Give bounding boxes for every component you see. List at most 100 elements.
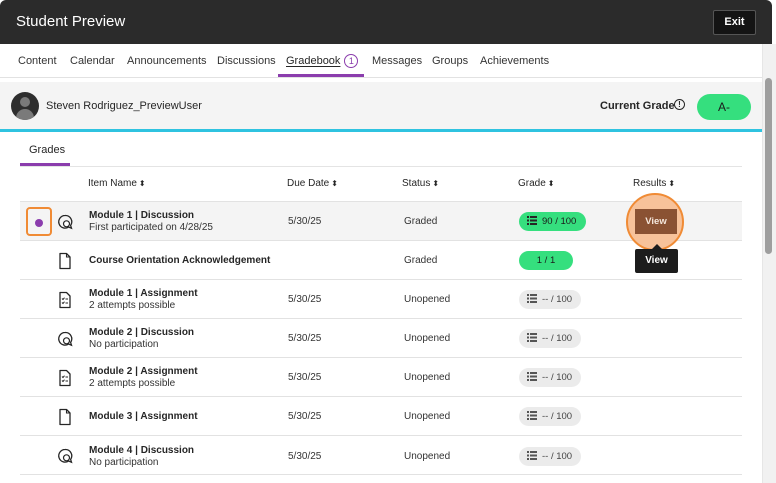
- grade-pill[interactable]: -- / 100: [519, 329, 581, 348]
- new-activity-indicator[interactable]: [26, 207, 52, 236]
- discussion-icon: [58, 448, 73, 464]
- discussion-icon: [58, 331, 73, 347]
- status-text: Graded: [404, 216, 438, 227]
- student-preview-bar: Student Preview Exit: [0, 0, 772, 44]
- sort-icon: ⬍: [668, 179, 676, 188]
- avatar: [11, 92, 39, 120]
- grade-pill[interactable]: -- / 100: [519, 407, 581, 426]
- tab-messages[interactable]: Messages: [372, 55, 422, 67]
- item-name[interactable]: Module 1 | Assignment: [89, 288, 198, 299]
- header-results[interactable]: Results ⬍: [633, 178, 675, 189]
- view-results-button[interactable]: View: [635, 209, 677, 234]
- document-icon: [59, 408, 71, 426]
- item-subtext: No participation: [89, 339, 159, 350]
- sort-icon: ⬍: [432, 179, 440, 188]
- item-subtext: No participation: [89, 457, 159, 468]
- due-date: 5/30/25: [288, 451, 322, 462]
- student-header: Steven Rodriguez_PreviewUser Current Gra…: [0, 82, 762, 132]
- header-due-date[interactable]: Due Date ⬍: [287, 178, 338, 189]
- assignment-icon: [59, 291, 71, 309]
- item-name[interactable]: Module 4 | Discussion: [89, 445, 194, 456]
- header-item-name-label: Item Name: [88, 178, 137, 189]
- tab-achievements[interactable]: Achievements: [480, 55, 549, 67]
- gradebook-grid-icon: [527, 450, 537, 460]
- status-text: Unopened: [404, 451, 451, 462]
- status-text: Unopened: [404, 411, 451, 422]
- item-name[interactable]: Module 1 | Discussion: [89, 210, 194, 221]
- exit-button[interactable]: Exit: [713, 10, 756, 35]
- grade-value: -- / 100: [542, 372, 573, 383]
- tab-discussions[interactable]: Discussions: [217, 55, 276, 67]
- gradebook-grid-icon: [527, 215, 537, 225]
- gradebook-grid-icon: [527, 410, 537, 420]
- preview-title: Student Preview: [16, 13, 126, 30]
- item-subtext: 2 attempts possible: [89, 300, 176, 311]
- table-row[interactable]: Module 1 | Discussion First participated…: [20, 193, 742, 251]
- grade-pill[interactable]: -- / 100: [519, 447, 581, 466]
- scrollbar-thumb[interactable]: [765, 78, 772, 254]
- gradebook-grid-icon: [527, 293, 537, 303]
- due-date: 5/30/25: [288, 333, 322, 344]
- table-row[interactable]: Course Orientation Acknowledgement Grade…: [20, 241, 742, 280]
- tab-content[interactable]: Content: [18, 55, 57, 67]
- document-icon: [59, 252, 71, 270]
- divider: [20, 166, 742, 167]
- table-row[interactable]: Module 4 | Discussion No participation 5…: [20, 436, 742, 475]
- header-grade-label: Grade: [518, 178, 546, 189]
- gradebook-grid-icon: [527, 371, 537, 381]
- header-grade[interactable]: Grade ⬍: [518, 178, 555, 189]
- tab-gradebook[interactable]: Gradebook 1: [286, 54, 359, 68]
- window-edge: [772, 0, 776, 44]
- status-text: Unopened: [404, 333, 451, 344]
- current-grade-pill[interactable]: A-: [697, 94, 751, 120]
- item-name[interactable]: Module 2 | Discussion: [89, 327, 194, 338]
- tab-grades-label: Grades: [29, 144, 66, 156]
- discussion-icon: [58, 214, 73, 230]
- info-icon[interactable]: !: [674, 99, 685, 110]
- grade-value: -- / 100: [542, 294, 573, 305]
- student-name: Steven Rodriguez_PreviewUser: [46, 100, 202, 112]
- grade-pill[interactable]: -- / 100: [519, 368, 581, 387]
- due-date: 5/30/25: [288, 372, 322, 383]
- due-date: 5/30/25: [288, 216, 322, 227]
- table-row[interactable]: Module 3 | Assignment 5/30/25 Unopened -…: [20, 397, 742, 436]
- table-row[interactable]: Module 2 | Discussion No participation 5…: [20, 319, 742, 358]
- header-due-date-label: Due Date: [287, 178, 330, 189]
- header-item-name[interactable]: Item Name ⬍: [88, 178, 146, 189]
- table-row[interactable]: Module 1 | Assignment 2 attempts possibl…: [20, 280, 742, 319]
- status-text: Unopened: [404, 372, 451, 383]
- grade-pill[interactable]: 90 / 100: [519, 212, 586, 231]
- assignment-icon: [59, 369, 71, 387]
- header-results-label: Results: [633, 178, 667, 189]
- student-preview-window: Student Preview Exit Content Calendar An…: [0, 0, 776, 483]
- item-subtext: 2 attempts possible: [89, 378, 176, 389]
- due-date: 5/30/25: [288, 411, 322, 422]
- status-text: Graded: [404, 255, 438, 266]
- table-row[interactable]: Module 2 | Assignment 2 attempts possibl…: [20, 358, 742, 397]
- course-nav: Content Calendar Announcements Discussio…: [0, 44, 762, 78]
- item-name[interactable]: Module 3 | Assignment: [89, 411, 198, 422]
- tab-grades[interactable]: Grades: [20, 143, 70, 166]
- header-status-label: Status: [402, 178, 431, 189]
- due-date: 5/30/25: [288, 294, 322, 305]
- tab-calendar[interactable]: Calendar: [70, 55, 115, 67]
- header-status[interactable]: Status ⬍: [402, 178, 439, 189]
- item-name[interactable]: Course Orientation Acknowledgement: [89, 255, 270, 266]
- grade-value: -- / 100: [542, 411, 573, 422]
- sort-icon: ⬍: [547, 179, 555, 188]
- tab-announcements[interactable]: Announcements: [127, 55, 207, 67]
- item-subtext: First participated on 4/28/25: [89, 222, 213, 233]
- tab-gradebook-label: Gradebook: [286, 54, 341, 67]
- new-dot-icon: [35, 219, 43, 227]
- status-text: Unopened: [404, 294, 451, 305]
- grade-pill[interactable]: -- / 100: [519, 290, 581, 309]
- view-tooltip: View: [635, 244, 678, 273]
- sort-icon: ⬍: [138, 179, 146, 188]
- grade-pill[interactable]: 1 / 1: [519, 251, 573, 270]
- current-grade-label: Current Grade: [600, 100, 675, 112]
- active-tab-indicator: [278, 74, 364, 77]
- gradebook-count-badge: 1: [344, 54, 359, 68]
- tab-groups[interactable]: Groups: [432, 55, 468, 67]
- gradebook-grid-icon: [527, 332, 537, 342]
- item-name[interactable]: Module 2 | Assignment: [89, 366, 198, 377]
